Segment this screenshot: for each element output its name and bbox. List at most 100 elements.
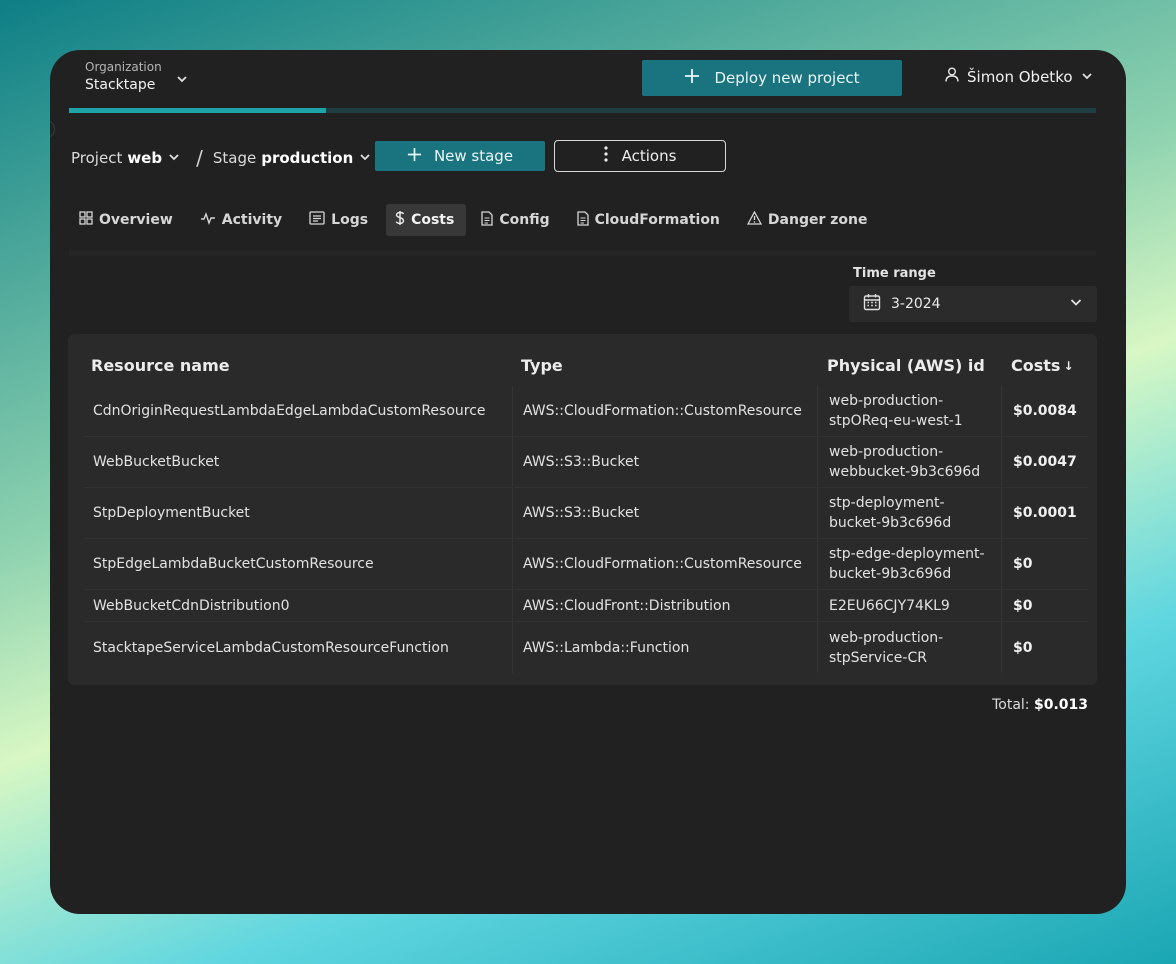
user-menu[interactable]: Šimon Obetko <box>945 67 1093 86</box>
tab-label: Overview <box>99 212 173 228</box>
table-header: Resource name Type Physical (AWS) id Cos… <box>68 334 1097 386</box>
cost-cell: $0 <box>1001 622 1032 673</box>
cost-cell: $0.0084 <box>1001 386 1077 436</box>
type-cell: AWS::CloudFormation::CustomResource <box>512 539 802 589</box>
time-range-select[interactable]: 3-2024 <box>849 286 1097 322</box>
column-header-physical-id[interactable]: Physical (AWS) id <box>827 356 985 375</box>
resource-name-cell: StacktapeServiceLambdaCustomResourceFunc… <box>93 639 449 656</box>
physical-id-line: bucket-9b3c696d <box>829 515 952 531</box>
tab-logs[interactable]: Logs <box>300 204 380 236</box>
physical-id-cell: web-production-stpOReq-eu-west-1 <box>817 386 963 436</box>
plus-icon <box>407 147 422 166</box>
deploy-label: Deploy new project <box>714 69 860 87</box>
costs-table: Resource name Type Physical (AWS) id Cos… <box>68 334 1097 685</box>
tab-cloudformation[interactable]: CloudFormation <box>568 204 732 236</box>
stage-name: production <box>261 149 354 167</box>
type-cell: AWS::CloudFront::Distribution <box>512 590 730 621</box>
app-window: Organization Stacktape Deploy new projec… <box>50 50 1126 914</box>
table-row: StpEdgeLambdaBucketCustomResource AWS::C… <box>84 539 1088 590</box>
tab-label: CloudFormation <box>594 212 720 228</box>
time-range-label: Time range <box>853 266 936 281</box>
resource-name-cell: WebBucketCdnDistribution0 <box>93 597 290 614</box>
calendar-icon <box>863 293 881 315</box>
organization-selector[interactable]: Organization Stacktape <box>85 60 162 93</box>
new-stage-label: New stage <box>433 147 514 165</box>
tab-config[interactable]: Config <box>472 204 561 236</box>
table-row: StacktapeServiceLambdaCustomResourceFunc… <box>84 622 1088 673</box>
logs-icon <box>309 211 325 229</box>
tab-danger-zone[interactable]: Danger zone <box>738 204 880 236</box>
cost-cell: $0.0047 <box>1001 437 1077 487</box>
tab-label: Config <box>499 212 550 228</box>
document-icon <box>576 210 589 230</box>
type-cell: AWS::Lambda::Function <box>512 622 689 673</box>
user-name: Šimon Obetko <box>967 67 1073 86</box>
resource-name-cell: CdnOriginRequestLambdaEdgeLambdaCustomRe… <box>93 403 486 419</box>
deploy-new-project-button[interactable]: Deploy new project <box>642 60 902 96</box>
sort-arrow-icon: ↓ <box>1063 358 1074 373</box>
dollar-icon <box>395 210 405 230</box>
physical-id-line: webbucket-9b3c696d <box>829 464 981 480</box>
physical-id-cell: stp-edge-deployment-bucket-9b3c696d <box>817 539 985 589</box>
resource-name-cell: WebBucketBucket <box>93 454 220 470</box>
physical-id-cell: stp-deployment-bucket-9b3c696d <box>817 488 951 538</box>
type-cell: AWS::S3::Bucket <box>512 437 639 487</box>
stage-tabs: Overview Activity Logs Costs Config Clou… <box>70 204 879 236</box>
actions-label: Actions <box>621 147 677 165</box>
chevron-down-icon <box>359 149 371 167</box>
user-icon <box>945 67 959 86</box>
physical-id-line: web-production- <box>829 393 944 409</box>
costs-header-label: Costs <box>1011 356 1061 375</box>
table-row: StpDeploymentBucket AWS::S3::Bucket stp-… <box>84 488 1088 539</box>
deployment-progress-bar <box>69 108 1096 113</box>
time-range-value: 3-2024 <box>891 296 941 312</box>
chevron-down-icon <box>1069 295 1083 313</box>
column-header-costs[interactable]: Costs ↓ <box>1011 356 1074 375</box>
top-bar: Organization Stacktape Deploy new projec… <box>50 50 1126 106</box>
tab-label: Logs <box>331 212 369 228</box>
physical-id-cell: E2EU66CJY74KL9 <box>817 590 950 621</box>
tab-label: Costs <box>411 212 455 228</box>
breadcrumb-separator: / <box>196 146 203 170</box>
chevron-down-icon <box>1081 68 1093 86</box>
plus-icon <box>684 68 700 88</box>
resource-name-cell: StpDeploymentBucket <box>93 505 250 521</box>
more-vertical-icon <box>603 146 608 166</box>
document-icon <box>481 210 493 230</box>
breadcrumb: Project web / Stage production <box>71 146 371 170</box>
cost-cell: $0 <box>1001 539 1032 589</box>
physical-id-cell: web-production-webbucket-9b3c696d <box>817 437 980 487</box>
total-value: $0.013 <box>1033 697 1088 713</box>
chevron-down-icon <box>168 149 180 167</box>
tab-label: Danger zone <box>767 212 868 228</box>
physical-id-line: bucket-9b3c696d <box>829 566 952 582</box>
cost-cell: $0.0001 <box>1001 488 1077 538</box>
project-name: web <box>127 149 163 167</box>
new-stage-button[interactable]: New stage <box>375 141 545 171</box>
physical-id-line: web-production- <box>829 444 944 460</box>
warning-icon <box>746 210 762 229</box>
tab-overview[interactable]: Overview <box>70 204 185 236</box>
total-cost: Total: $0.013 <box>992 697 1088 713</box>
grid-icon <box>79 211 93 229</box>
chevron-down-icon[interactable] <box>176 70 188 89</box>
organization-name: Stacktape <box>85 77 156 93</box>
cost-cell: $0 <box>1001 590 1032 621</box>
project-prefix: Project <box>71 149 123 167</box>
side-handle <box>50 120 55 138</box>
project-selector[interactable]: Project web <box>71 149 180 167</box>
resource-name-cell: StpEdgeLambdaBucketCustomResource <box>93 556 374 572</box>
physical-id-line: stp-edge-deployment- <box>829 546 985 562</box>
organization-label: Organization <box>85 60 162 74</box>
type-cell: AWS::CloudFormation::CustomResource <box>512 386 802 436</box>
column-header-resource-name[interactable]: Resource name <box>91 356 230 375</box>
stage-prefix: Stage <box>212 149 257 167</box>
tab-costs[interactable]: Costs <box>386 204 467 236</box>
tab-activity[interactable]: Activity <box>191 204 294 236</box>
actions-button[interactable]: Actions <box>554 140 726 172</box>
activity-icon <box>200 211 216 229</box>
progress-fill <box>69 108 326 113</box>
column-header-type[interactable]: Type <box>521 356 563 375</box>
table-row: WebBucketCdnDistribution0 AWS::CloudFron… <box>84 590 1088 622</box>
stage-selector[interactable]: Stage production <box>213 149 371 167</box>
